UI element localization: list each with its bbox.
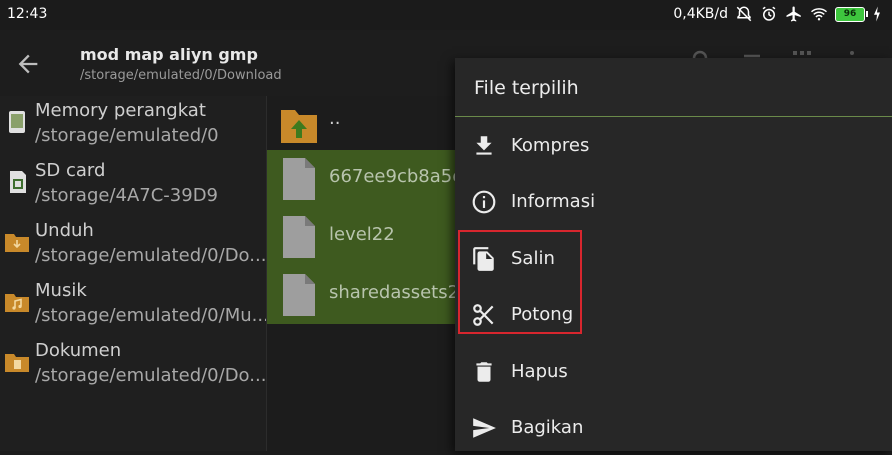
menu-item-delete[interactable]: Hapus: [455, 343, 892, 399]
document-folder-icon: [5, 354, 29, 372]
page-title: mod map aliyn gmp: [80, 45, 258, 64]
sidebar-item-documents[interactable]: Dokumen /storage/emulated/0/Do...: [0, 336, 266, 392]
copy-icon: [473, 247, 494, 271]
charging-icon: [874, 6, 880, 22]
status-bar: 12:43 0,4KB/d 96: [0, 0, 892, 30]
scissors-icon: [473, 304, 494, 326]
status-time: 12:43: [7, 6, 48, 22]
menu-item-share[interactable]: Bagikan: [455, 399, 892, 455]
file-icon: [283, 158, 315, 200]
battery-icon: 96: [835, 6, 868, 22]
info-icon: [472, 190, 496, 214]
airplane-icon: [786, 6, 801, 22]
menu-title: File terpilih: [474, 77, 579, 99]
sidebar-item-music[interactable]: Musik /storage/emulated/0/Mu...: [0, 276, 269, 332]
send-icon: [473, 418, 496, 438]
trash-icon: [476, 362, 492, 382]
music-folder-icon: [5, 294, 29, 312]
sidebar: Memory perangkat /storage/emulated/0 SD …: [0, 96, 269, 451]
file-icon: [283, 274, 315, 316]
folder-up-icon: [281, 110, 317, 143]
sidebar-item-sd-card[interactable]: SD card /storage/4A7C-39D9: [0, 156, 266, 212]
back-arrow-icon[interactable]: [14, 50, 42, 78]
menu-item-compress[interactable]: Kompres: [455, 117, 892, 173]
download-folder-icon: [5, 234, 29, 252]
selected-files-menu: File terpilih Kompres Informasi Salin Po…: [455, 58, 892, 451]
sidebar-item-device-memory[interactable]: Memory perangkat /storage/emulated/0: [0, 96, 266, 152]
menu-item-copy[interactable]: Salin: [455, 230, 892, 286]
network-speed: 0,4KB/d: [673, 6, 728, 22]
sd-card-icon: [10, 171, 26, 193]
phone-storage-icon: [9, 111, 25, 133]
bell-off-icon: [736, 6, 752, 22]
file-icon: [283, 216, 315, 258]
menu-item-info[interactable]: Informasi: [455, 173, 892, 229]
alarm-icon: [762, 6, 776, 21]
current-path: /storage/emulated/0/Download: [80, 68, 282, 83]
download-icon: [476, 136, 492, 155]
menu-item-cut[interactable]: Potong: [455, 286, 892, 342]
status-icons: 0,4KB/d 96: [673, 5, 882, 23]
wifi-icon: [811, 8, 827, 21]
sidebar-item-downloads[interactable]: Unduh /storage/emulated/0/Do...: [0, 216, 266, 272]
